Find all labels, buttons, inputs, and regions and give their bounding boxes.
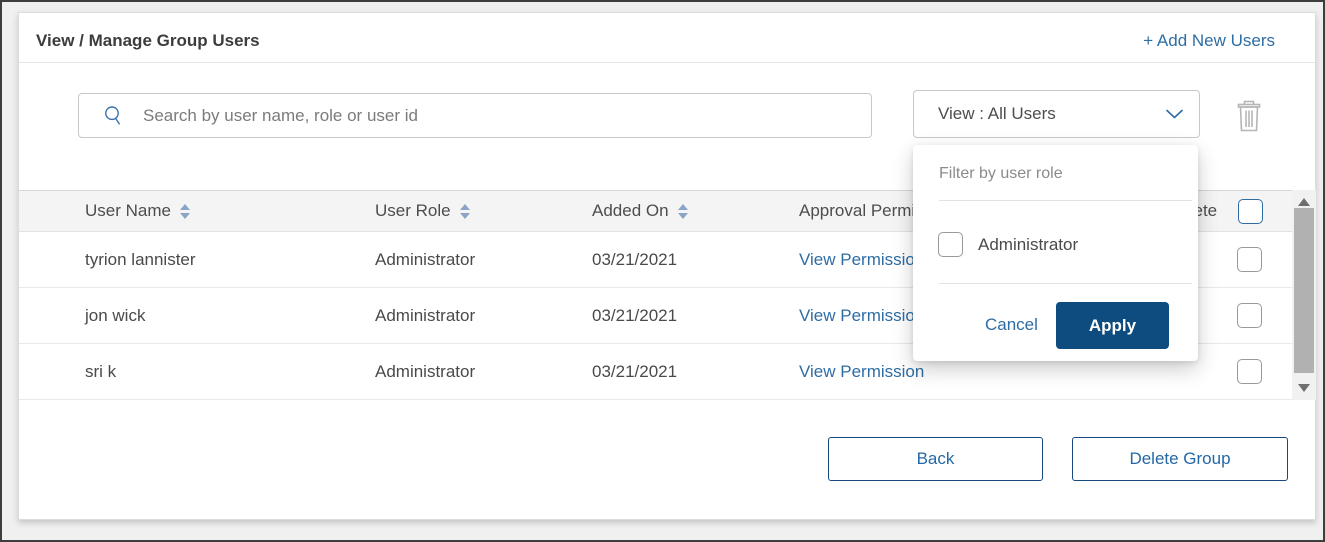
popup-divider [939,200,1192,201]
filter-popup-title: Filter by user role [939,165,1063,182]
cancel-button[interactable]: Cancel [985,315,1038,335]
added-on-cell: 03/21/2021 [592,249,678,269]
page-title: View / Manage Group Users [36,30,260,50]
sort-icon[interactable] [459,203,470,219]
app-window: View / Manage Group Users + Add New User… [0,0,1325,542]
search-input[interactable] [143,94,871,137]
added-on-cell: 03/21/2021 [592,361,678,381]
user-role-cell: Administrator [375,305,476,325]
filter-popup: Filter by user role Administrator Cancel… [913,145,1198,361]
search-box [78,93,872,138]
sort-icon[interactable] [677,203,688,219]
delete-selected-users-button[interactable] [1235,100,1263,132]
scroll-up-icon[interactable] [1298,198,1310,206]
table-scrollbar[interactable] [1292,190,1316,400]
column-header-user-name: User Name [19,201,375,221]
popup-divider [939,283,1192,284]
filter-option-administrator[interactable]: Administrator [938,232,1078,257]
user-role-cell: Administrator [375,249,476,269]
user-name-cell: jon wick [85,305,146,325]
added-on-cell: 03/21/2021 [592,305,678,325]
chevron-down-icon [1166,109,1183,119]
apply-button[interactable]: Apply [1056,302,1169,349]
row-checkbox[interactable] [1237,247,1262,272]
search-icon [103,105,124,126]
view-filter-label: View : All Users [938,104,1056,123]
title-divider [19,62,1315,63]
row-checkbox[interactable] [1237,303,1262,328]
scrollbar-thumb[interactable] [1294,208,1314,373]
select-all-checkbox[interactable] [1238,198,1264,224]
back-button[interactable]: Back [828,437,1043,481]
view-permission-link[interactable]: View Permission [799,362,1168,382]
column-header-user-role: User Role [375,201,592,221]
administrator-checkbox[interactable] [938,232,963,257]
panel-header: View / Manage Group Users + Add New User… [19,13,1315,62]
scroll-down-icon[interactable] [1298,384,1310,392]
filter-option-label: Administrator [978,234,1079,254]
column-header-added-on: Added On [592,201,799,221]
add-new-users-link[interactable]: + Add New Users [1143,31,1275,51]
view-filter-dropdown[interactable]: View : All Users [913,90,1200,138]
manage-group-users-panel: View / Manage Group Users + Add New User… [18,12,1316,520]
trash-icon [1235,100,1263,132]
user-name-cell: tyrion lannister [85,249,196,269]
delete-group-button[interactable]: Delete Group [1072,437,1288,481]
user-name-cell: sri k [85,361,117,381]
row-checkbox[interactable] [1237,359,1262,384]
sort-icon[interactable] [179,203,190,219]
row-select-cell [1168,359,1292,384]
user-role-cell: Administrator [375,361,476,381]
